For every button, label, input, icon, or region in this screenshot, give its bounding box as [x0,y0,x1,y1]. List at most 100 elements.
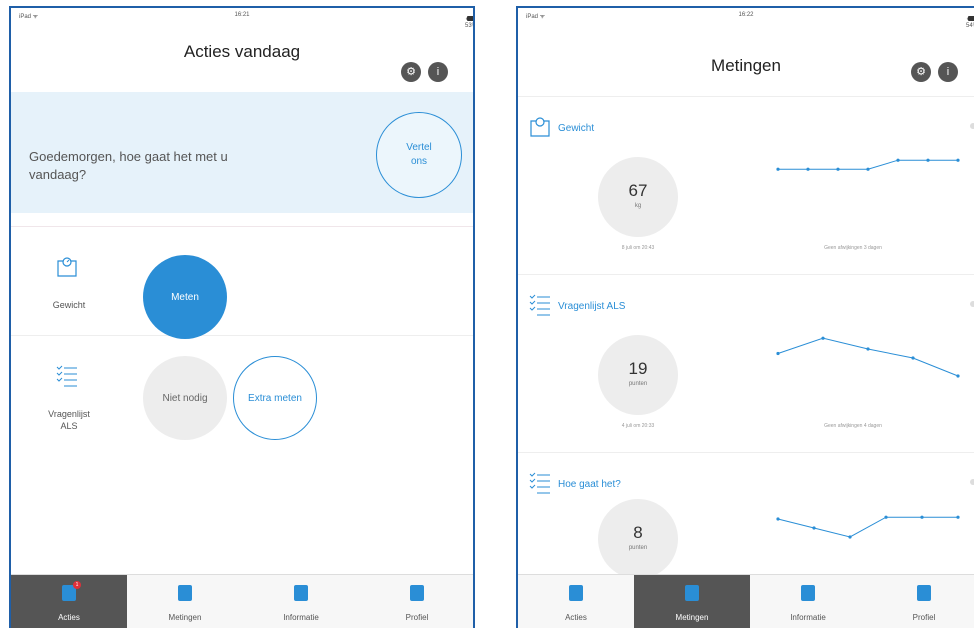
measurement-value: 67 [628,181,648,200]
tab-label: Metingen [675,613,709,622]
measurement-note: Geen afwijkingen 3 dagen [824,245,882,251]
trend-point [848,535,852,539]
trend-line [777,337,959,377]
greeting-panel: Goedemorgen, hoe gaat het met u vandaag?… [11,92,473,213]
header: Acties vandaag ⚙ i [11,22,473,94]
measurement-value-circle: 67 kg [598,157,678,237]
measurement-unit: punten [628,545,648,551]
measurement-timestamp: 4 juli om 20:33 [621,423,655,429]
tab-metingen[interactable]: Metingen [634,575,750,628]
trend-point [821,336,825,340]
chevron-icon [970,123,974,129]
checklist-icon [56,365,77,387]
trend-point [956,515,960,519]
tab-label: Profiel [405,613,429,622]
trend-chart [776,336,960,378]
info-icon[interactable]: i [938,62,958,82]
battery-icon [467,16,473,21]
chevron-icon [970,301,974,307]
vertel-ons-button[interactable]: Vertel ons [376,112,462,198]
tab-label: Metingen [168,613,202,622]
checklist-icon [529,472,550,494]
tab-informatie[interactable]: Informatie [243,575,359,628]
tab-bar: 1 Acties Metingen Informatie Profiel [11,574,473,628]
trend-point [926,158,930,162]
trend-point [836,167,840,171]
measurement-title: Hoe gaat het? [558,479,621,490]
settings-gear-icon[interactable]: ⚙ [401,62,421,82]
trend-point [812,526,816,530]
measurement-value: 19 [628,359,648,378]
info-icon[interactable]: i [428,62,448,82]
tab-acties[interactable]: 1 Acties [11,575,127,628]
status-bar: iPad ᯤ 16:21 ⁕ ⟲ 53% [11,8,473,29]
notification-badge: 1 [73,581,81,589]
measurement-card-vragenlijst[interactable]: Vragenlijst ALS 19 punten 4 juli om 20:3… [518,274,974,450]
profile-icon [410,585,424,601]
tab-label: Acties [565,613,587,622]
measurement-unit: kg [634,203,642,209]
document-icon [294,585,308,601]
trend-point [956,158,960,162]
niet-nodig-button[interactable]: Niet nodig [143,356,227,440]
meten-button[interactable]: Meten [143,255,227,339]
trend-point [776,167,780,171]
chevron-icon [970,479,974,485]
status-bar: iPad ᯤ 16:22 ⁕ ⟲ 54% [518,8,974,29]
metingen-screen: iPad ᯤ 16:22 ⁕ ⟲ 54% Metingen ⚙ i Gewich… [516,6,974,628]
measurement-unit: punten [628,381,648,387]
greeting-text: Goedemorgen, hoe gaat het met u vandaag? [29,149,228,182]
extra-meten-button[interactable]: Extra meten [233,356,317,440]
tab-label: Acties [58,613,80,622]
trend-point [920,515,924,519]
tab-profiel[interactable]: Profiel [866,575,974,628]
measurement-value: 8 [633,523,643,542]
trend-point [806,167,810,171]
trend-chart [776,158,960,171]
page-title: Metingen [711,56,781,75]
document-icon [801,585,815,601]
measurement-value-circle: 8 punten [598,499,678,579]
measurement-card-gewicht[interactable]: Gewicht 67 kg 8 juli om 20:43 Geen afwij… [518,96,974,272]
trend-chart [776,515,960,539]
trend-point [866,167,870,171]
measurement-timestamp: 8 juli om 20:43 [621,245,655,251]
tab-label: Profiel [912,613,936,622]
measurement-note: Geen afwijkingen 4 dagen [824,423,882,429]
tab-metingen[interactable]: Metingen [127,575,243,628]
trend-point [776,517,780,521]
measurement-value-circle: 19 punten [598,335,678,415]
trend-line [777,516,958,538]
profile-icon [917,585,931,601]
trend-point [866,347,870,351]
tab-label: Informatie [790,613,826,622]
trend-point [884,515,888,519]
device-label: iPad ᯤ [526,14,546,20]
tab-profiel[interactable]: Profiel [359,575,473,628]
trend-point [896,158,900,162]
acties-screen: iPad ᯤ 16:21 ⁕ ⟲ 53% Acties vandaag ⚙ i … [9,6,475,628]
device-label: iPad ᯤ [19,14,39,20]
header: Metingen ⚙ i [518,22,974,94]
trend-point [911,356,915,360]
scale-icon [57,257,77,277]
checklist-icon [529,294,550,316]
status-time: 16:22 [738,12,754,18]
measurement-title: Vragenlijst ALS [558,301,626,312]
battery-icon [968,16,974,21]
tab-label: Informatie [283,613,319,622]
measurement-title: Gewicht [558,123,595,134]
action-row-vragenlijst: Vragenlijst ALS Niet nodig Extra meten [11,336,473,446]
settings-gear-icon[interactable]: ⚙ [911,62,931,82]
check-icon [569,585,583,601]
action-label-gewicht: Gewicht [52,300,86,310]
tab-informatie[interactable]: Informatie [750,575,866,628]
scale-icon [530,117,550,137]
action-label-vragenlijst: Vragenlijst ALS [48,409,90,431]
chart-icon [178,585,192,601]
tab-acties[interactable]: Acties [518,575,634,628]
status-time: 16:21 [234,12,250,18]
trend-point [956,374,960,378]
page-title: Acties vandaag [183,42,301,61]
tab-bar: Acties Metingen Informatie Profiel [518,574,974,628]
